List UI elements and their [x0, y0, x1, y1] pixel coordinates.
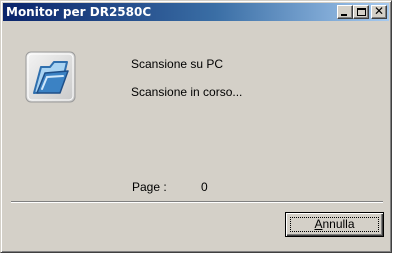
close-button[interactable]: ✕ — [371, 5, 387, 19]
scanner-document-icon — [25, 51, 76, 103]
window-title: Monitor per DR2580C — [6, 5, 152, 19]
title-bar[interactable]: Monitor per DR2580C ✕ — [3, 3, 389, 21]
progress-status-label: Scansione in corso... — [131, 85, 243, 99]
cancel-label-rest: nnulla — [322, 217, 355, 231]
minimize-icon — [341, 14, 347, 16]
operation-label: Scansione su PC — [131, 57, 224, 71]
page-label: Page : — [132, 180, 167, 194]
maximize-icon — [357, 8, 366, 16]
dialog-window: Monitor per DR2580C ✕ Scansione su PC Sc… — [0, 0, 392, 253]
cancel-button[interactable]: Annulla — [285, 212, 384, 237]
maximize-button[interactable] — [353, 5, 369, 19]
cancel-button-label: Annulla — [286, 217, 383, 231]
separator — [11, 201, 383, 203]
close-icon: ✕ — [373, 4, 385, 18]
minimize-button[interactable] — [337, 5, 353, 19]
page-count-value: 0 — [201, 180, 208, 194]
